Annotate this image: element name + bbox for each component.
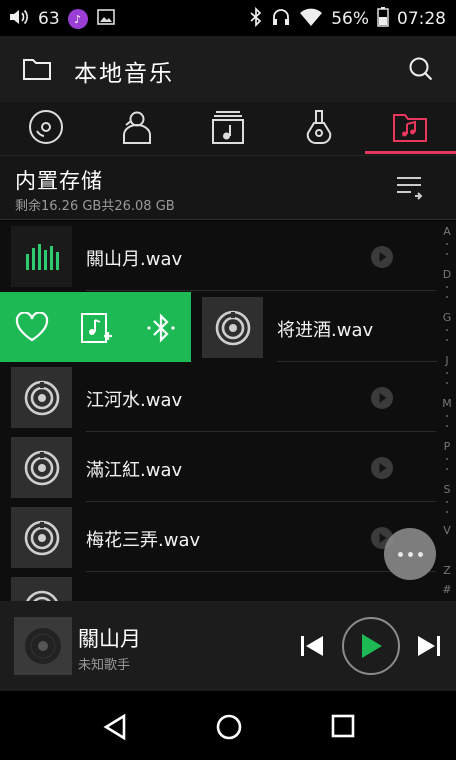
heart-icon[interactable] — [15, 311, 49, 346]
list-item-swiped[interactable]: 将进酒.wav — [0, 292, 440, 362]
index-letter[interactable]: # — [438, 583, 456, 596]
song-thumb — [202, 297, 263, 358]
play-icon — [362, 634, 382, 658]
battery-percent: 56% — [331, 9, 369, 29]
index-dot — [446, 415, 448, 417]
list-item[interactable]: 江河水.wav — [0, 362, 440, 432]
tab-folders[interactable] — [364, 102, 455, 156]
index-letter[interactable]: J — [438, 354, 456, 367]
volume-icon — [8, 7, 30, 31]
previous-track-icon[interactable] — [299, 634, 325, 662]
storage-size: 剩余16.26 GB共26.08 GB — [15, 199, 175, 214]
dot — [407, 551, 413, 557]
app-bar: 本地音乐 — [0, 36, 456, 102]
list-item[interactable]: 滿江紅.wav — [0, 432, 440, 502]
index-dot — [446, 425, 448, 427]
index-letter[interactable]: G — [438, 311, 456, 324]
song-title: 梅花三弄.wav — [86, 530, 201, 551]
index-dot — [446, 339, 448, 341]
index-letter[interactable]: M — [438, 397, 456, 410]
system-nav-bar — [0, 691, 456, 760]
playing-equalizer-thumb — [11, 226, 72, 287]
music-app-icon: ♪ — [67, 9, 88, 29]
alphabet-index[interactable]: A D G J M P S V Z # — [438, 221, 456, 601]
index-dot — [446, 372, 448, 374]
sort-list-icon[interactable] — [395, 174, 423, 206]
song-title: 滿江紅.wav — [86, 460, 183, 481]
artist-icon — [120, 109, 154, 149]
list-item[interactable] — [0, 572, 440, 601]
index-letter[interactable]: Z — [438, 564, 456, 577]
now-playing-artist: 未知歌手 — [78, 658, 131, 673]
index-dot — [446, 286, 448, 288]
play-circle-icon[interactable] — [370, 245, 394, 273]
tab-artists[interactable] — [91, 102, 182, 156]
song-thumb — [11, 577, 72, 601]
back-icon[interactable] — [102, 713, 128, 745]
page-title: 本地音乐 — [74, 61, 174, 87]
index-letter[interactable]: D — [438, 268, 456, 281]
swipe-actions — [0, 292, 191, 362]
tab-genres[interactable] — [273, 102, 364, 156]
storage-header: 内置存储 剩余16.26 GB共26.08 GB — [0, 156, 456, 220]
list-item[interactable]: 關山月.wav — [0, 221, 440, 291]
song-title: 關山月.wav — [86, 249, 183, 270]
add-to-playlist-icon[interactable] — [80, 312, 112, 348]
battery-icon — [377, 7, 389, 31]
song-thumb — [11, 367, 72, 428]
tab-songs[interactable] — [0, 102, 91, 156]
index-dot — [446, 253, 448, 255]
category-tabs — [0, 102, 456, 156]
next-track-icon[interactable] — [416, 634, 442, 662]
dot — [397, 551, 403, 557]
active-tab-indicator — [365, 151, 456, 154]
clock: 07:28 — [397, 9, 446, 29]
status-bar: 63 ♪ 56% 07:28 — [0, 0, 456, 36]
index-dot — [446, 501, 448, 503]
index-letter[interactable]: V — [438, 524, 456, 537]
album-art[interactable] — [14, 617, 72, 675]
album-icon — [211, 109, 245, 149]
song-title: 将进酒.wav — [277, 320, 374, 341]
now-playing-title: 關山月 — [78, 627, 141, 651]
song-thumb — [11, 437, 72, 498]
song-thumb — [11, 507, 72, 568]
tab-albums[interactable] — [182, 102, 273, 156]
index-letter[interactable]: A — [438, 225, 456, 238]
storage-name: 内置存储 — [15, 169, 103, 193]
index-letter[interactable]: S — [438, 483, 456, 496]
index-dot — [446, 468, 448, 470]
play-circle-icon[interactable] — [370, 386, 394, 414]
guitar-icon — [302, 109, 336, 149]
row-divider — [86, 290, 436, 291]
folder-icon[interactable] — [22, 56, 52, 86]
index-dot — [446, 511, 448, 513]
index-dot — [446, 243, 448, 245]
song-title: 江河水.wav — [86, 390, 183, 411]
search-icon[interactable] — [408, 56, 434, 86]
index-letter[interactable]: P — [438, 440, 456, 453]
play-circle-icon[interactable] — [370, 456, 394, 484]
disc-icon — [28, 109, 64, 149]
index-dot — [446, 382, 448, 384]
bluetooth-icon — [249, 6, 263, 31]
more-options-button[interactable] — [384, 528, 436, 580]
recents-icon[interactable] — [330, 713, 356, 743]
notification-count: 63 — [38, 9, 60, 29]
headphones-icon — [271, 7, 291, 31]
home-icon[interactable] — [215, 713, 243, 745]
bluetooth-share-icon[interactable] — [145, 312, 177, 348]
wifi-icon — [299, 7, 323, 31]
now-playing-bar[interactable]: 關山月 未知歌手 — [0, 601, 456, 691]
folder-music-icon — [392, 110, 428, 148]
index-dot — [446, 329, 448, 331]
index-dot — [446, 458, 448, 460]
dot — [417, 551, 423, 557]
index-dot — [446, 296, 448, 298]
list-item[interactable]: 梅花三弄.wav — [0, 502, 440, 572]
play-button[interactable] — [342, 617, 400, 675]
image-icon — [96, 8, 116, 30]
